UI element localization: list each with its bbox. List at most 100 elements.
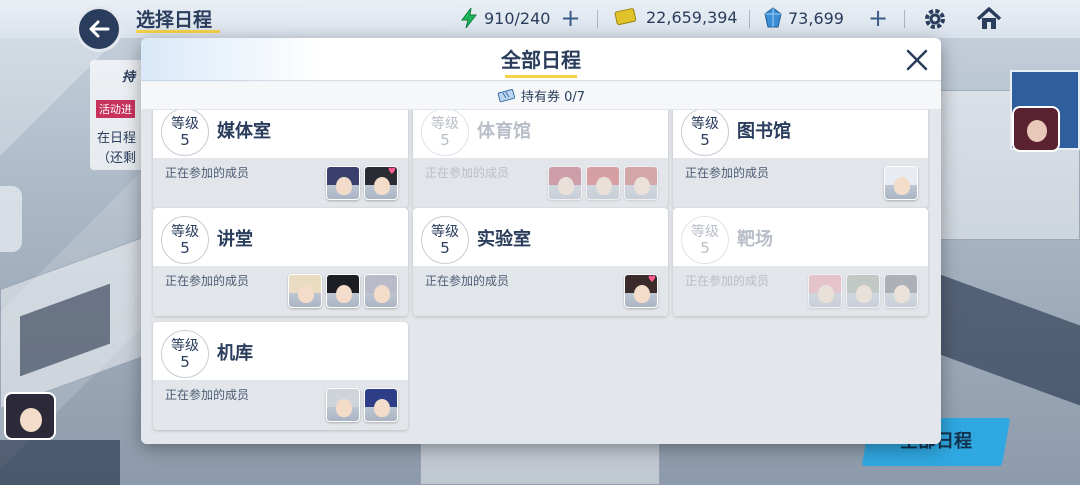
member-list — [884, 166, 918, 200]
gems-counter: 73,699 + — [764, 6, 888, 30]
player-avatar[interactable] — [4, 392, 56, 440]
member-avatar[interactable] — [326, 274, 360, 308]
level-value: 5 — [180, 239, 190, 257]
level-label: 等级 — [171, 116, 199, 132]
level-badge: 等级 5 — [161, 216, 209, 264]
card-name: 实验室 — [477, 229, 531, 250]
credits-counter: 22,659,394 — [614, 7, 738, 27]
ticket-bar: 持有券 0/7 — [141, 82, 941, 110]
level-label: 等级 — [691, 116, 719, 132]
card-name: 机库 — [217, 343, 253, 364]
card-name: 靶场 — [737, 229, 773, 250]
member-list: ♥ — [624, 274, 658, 308]
heart-icon: ♥ — [387, 167, 396, 177]
members-label: 正在参加的成员 — [165, 274, 250, 288]
member-avatar[interactable]: ♥ — [624, 274, 658, 308]
level-value: 5 — [180, 353, 190, 371]
level-label: 等级 — [691, 224, 719, 240]
schedule-grid: 等级 5 媒体室 正在参加的成员 ♥ 等级 5 体育馆 正在参加的成员 等级 5 图书馆 正在参加的成员… — [141, 110, 941, 444]
schedule-card[interactable]: 等级 5 实验室正在参加的成员 ♥ — [413, 208, 668, 316]
member-avatar[interactable] — [288, 274, 322, 308]
gems-plus-button[interactable]: + — [868, 6, 888, 30]
divider — [904, 10, 905, 28]
members-label: 正在参加的成员 — [425, 166, 510, 180]
back-button[interactable] — [76, 6, 122, 52]
character-avatar[interactable] — [1012, 106, 1060, 152]
side-drawer-handle[interactable] — [0, 186, 22, 252]
gems-value: 73,699 — [788, 8, 844, 28]
member-list — [808, 274, 918, 308]
level-label: 等级 — [171, 224, 199, 240]
crystal-icon — [764, 7, 782, 28]
modal-title: 全部日程 — [501, 48, 581, 72]
stamina-counter: 910/240 + — [460, 6, 581, 30]
member-list — [288, 274, 398, 308]
close-button[interactable] — [901, 44, 933, 76]
side-tab-label: 持 — [122, 70, 136, 85]
member-avatar[interactable] — [884, 274, 918, 308]
level-badge: 等级 5 — [681, 216, 729, 264]
level-value: 5 — [700, 239, 710, 257]
member-avatar[interactable] — [548, 166, 582, 200]
card-name: 讲堂 — [217, 229, 253, 250]
schedule-card[interactable]: 等级 5 图书馆正在参加的成员 — [673, 110, 928, 208]
page-title: 选择日程 — [136, 9, 213, 31]
members-label: 正在参加的成员 — [685, 166, 770, 180]
member-avatar[interactable] — [326, 388, 360, 422]
credits-value: 22,659,394 — [646, 7, 738, 27]
gear-icon — [925, 9, 945, 29]
divider — [597, 10, 598, 28]
members-label: 正在参加的成员 — [165, 388, 250, 402]
close-icon — [906, 49, 928, 71]
level-badge: 等级 5 — [421, 216, 469, 264]
side-line-1: 在日程 — [97, 131, 137, 146]
level-badge: 等级 5 — [161, 110, 209, 156]
level-value: 5 — [440, 239, 450, 257]
level-value: 5 — [440, 131, 450, 149]
lightning-icon — [461, 7, 478, 29]
side-line-2: （还剩 — [97, 151, 137, 166]
ticket-icon — [497, 88, 517, 103]
ticket-count: 持有券 0/7 — [520, 90, 586, 105]
level-label: 等级 — [431, 224, 459, 240]
member-avatar[interactable] — [808, 274, 842, 308]
member-avatar[interactable] — [586, 166, 620, 200]
member-avatar[interactable] — [846, 274, 880, 308]
level-badge: 等级 5 — [161, 330, 209, 378]
heart-icon: ♥ — [647, 275, 656, 285]
member-avatar[interactable] — [624, 166, 658, 200]
schedule-card[interactable]: 等级 5 靶场 正在参加的成员 — [673, 208, 928, 316]
card-name: 媒体室 — [217, 121, 271, 142]
member-list — [548, 166, 658, 200]
member-avatar[interactable] — [364, 274, 398, 308]
home-button[interactable] — [974, 4, 1004, 34]
title-underline — [136, 30, 220, 33]
member-avatar[interactable] — [364, 388, 398, 422]
schedule-card[interactable]: 等级 5 讲堂正在参加的成员 — [153, 208, 408, 316]
level-label: 等级 — [431, 116, 459, 132]
card-name: 图书馆 — [737, 121, 791, 142]
home-icon — [976, 7, 1002, 29]
level-value: 5 — [700, 131, 710, 149]
members-label: 正在参加的成员 — [165, 166, 250, 180]
level-value: 5 — [180, 131, 190, 149]
stamina-plus-button[interactable]: + — [560, 6, 580, 30]
member-avatar[interactable] — [326, 166, 360, 200]
divider — [749, 10, 750, 28]
card-name: 体育馆 — [477, 121, 531, 142]
back-arrow-icon — [89, 20, 110, 38]
settings-button[interactable] — [920, 4, 950, 34]
schedule-card[interactable]: 等级 5 媒体室正在参加的成员 ♥ — [153, 110, 408, 208]
member-avatar[interactable]: ♥ — [364, 166, 398, 200]
member-list — [326, 388, 398, 422]
schedule-card[interactable]: 等级 5 体育馆正在参加的成员 — [413, 110, 668, 208]
member-avatar[interactable] — [884, 166, 918, 200]
stamina-value: 910/240 — [484, 8, 551, 28]
member-list: ♥ — [326, 166, 398, 200]
modal-header: 全部日程 — [141, 38, 941, 81]
level-badge: 等级 5 — [681, 110, 729, 156]
members-label: 正在参加的成员 — [425, 274, 510, 288]
schedule-card[interactable]: 等级 5 机库正在参加的成员 — [153, 322, 408, 430]
level-badge: 等级 5 — [421, 110, 469, 156]
schedule-modal: 全部日程 持有券 0/7 等级 5 媒体室 正在参加的成员 ♥ 等级 5 体育馆 正在参加的成员… — [141, 38, 941, 444]
